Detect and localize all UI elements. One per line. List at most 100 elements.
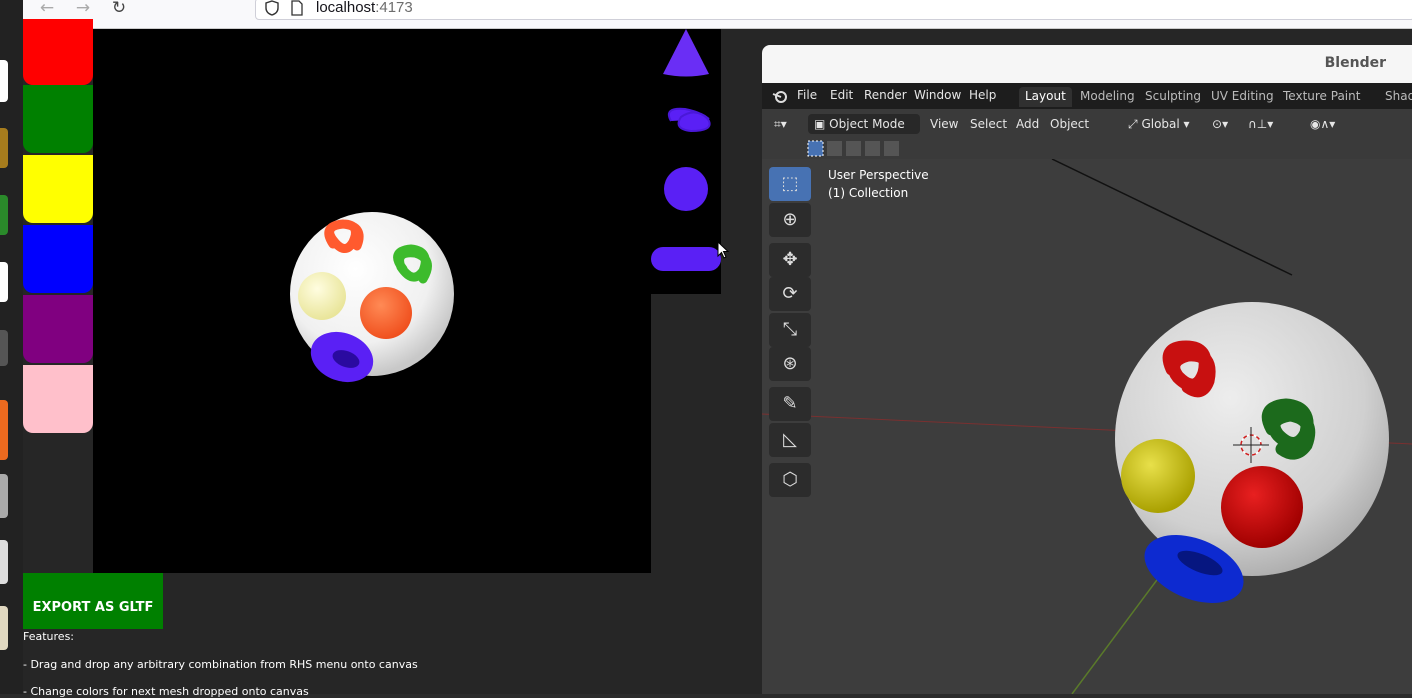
yellow-sphere-mesh [298,272,346,320]
sphere-shape-item [664,167,708,211]
color-swatch-red[interactable] [23,19,93,85]
feature-item: - Drag and drop any arbitrary combinatio… [23,658,418,671]
add-cube-tool[interactable]: ⬡ [769,463,811,497]
blender-titlebar: Blender [762,45,1412,83]
forward-button[interactable]: → [71,0,95,20]
page-icon [291,0,303,16]
rotate-icon: ⟳ [782,283,798,304]
measure-tool[interactable]: ◺ [769,423,811,457]
mode-dropdown[interactable]: ▣ Object Mode ▾ [808,114,920,151]
editor-type-dropdown[interactable]: ⌗▾ [774,114,787,134]
window-title: Blender [1324,55,1386,71]
viewport-header: ⌗▾ ▣ Object Mode ▾ View Select Add Objec… [762,109,1412,159]
blender-menubar: File Edit Render Window Help Layout Mode… [762,83,1412,109]
header-menu-view[interactable]: View [930,114,958,134]
transform-tool[interactable]: ⊛ [769,347,811,381]
proportional-edit-toggle[interactable]: ◉∧▾ [1310,114,1335,134]
ruler-icon: ◺ [783,429,797,450]
select-box-tool[interactable]: ⬚ [769,167,811,201]
snap-increment-icon: ⊥ [1256,117,1268,131]
chevron-down-icon: ▾ [1267,117,1274,131]
chevron-down-icon: ▾ [1183,117,1190,131]
viewport-perspective-label: User Perspective [828,168,929,182]
url-port: :4173 [375,0,413,16]
color-swatch-pink[interactable] [23,365,93,433]
menu-render[interactable]: Render [864,88,907,102]
reload-icon: ↻ [111,0,127,18]
menu-file[interactable]: File [797,88,817,102]
knot-shape-item [667,107,711,133]
menu-window[interactable]: Window [914,88,961,102]
dock-app-icon[interactable] [0,128,8,168]
blender-window: Blender File Edit Render Window Help Lay… [762,45,1412,694]
dock-app-icon[interactable] [0,330,8,366]
tab-shading[interactable]: Shading [1379,87,1412,107]
viewport-scene [762,159,1412,694]
crosshair-icon: ⊕ [782,209,798,230]
mouse-cursor-icon [717,241,730,259]
reload-button[interactable]: ↻ [107,0,131,20]
canvas-scene [290,212,454,383]
dock-app-icon[interactable] [0,540,8,584]
browser-toolbar: ← → ↻ localhost:4173 [23,0,1412,29]
url-bar[interactable]: localhost:4173 [255,0,1412,20]
3d-viewport[interactable]: User Perspective (1) Collection ⬚ ⊕ ✥ ⟳ … [762,159,1412,694]
export-gltf-button[interactable]: EXPORT AS GLTF [23,573,163,629]
tab-texture-paint[interactable]: Texture Paint [1277,87,1366,107]
tab-uv-editing[interactable]: UV Editing [1205,87,1280,107]
url-host: localhost [316,0,376,16]
color-swatch-yellow[interactable] [23,155,93,223]
select-cursor-icon: ⬚ [781,173,799,194]
dock-app-icon[interactable] [0,400,8,460]
cube-add-icon: ⬡ [782,469,798,490]
dock-app-icon[interactable] [0,474,8,518]
ubuntu-dock [0,0,23,694]
editor-type-icon: ⌗ [774,117,781,131]
pivot-icon: ⊙ [1212,117,1223,131]
proportional-edit-icon: ◉ [1310,117,1321,131]
annotate-tool[interactable]: ✎ [769,387,811,421]
magnet-icon: ∩ [1248,117,1257,131]
object-mode-icon: ▣ [814,117,826,131]
arrow-left-icon: ← [39,0,55,18]
orange-sphere-mesh [360,287,412,339]
selection-mode-icons[interactable] [807,140,903,157]
scale-icon: ⤡ [782,319,798,340]
shape-menu [651,29,730,294]
dock-app-icon[interactable] [0,606,8,650]
header-menu-object[interactable]: Object [1050,114,1089,134]
feature-item: - Change colors for next mesh dropped on… [23,685,309,698]
shape-menu-items [651,29,721,271]
color-swatch-green[interactable] [23,85,93,153]
mode-label: Object Mode [829,117,905,131]
back-button[interactable]: ← [35,0,59,20]
transform-orientation-icon: ⤢ [1128,117,1138,131]
color-swatch-blue[interactable] [23,225,93,293]
header-menu-select[interactable]: Select [970,114,1007,134]
chevron-down-icon: ▾ [780,117,787,131]
viewport-collection-label: (1) Collection [828,186,909,200]
scale-tool[interactable]: ⤡ [769,313,811,347]
dock-app-icon[interactable] [0,60,8,102]
dock-app-icon[interactable] [0,195,8,235]
move-tool[interactable]: ✥ [769,243,811,277]
rotate-tool[interactable]: ⟳ [769,277,811,311]
blender-logo-icon[interactable] [772,88,788,104]
cursor-tool[interactable]: ⊕ [769,203,811,237]
shield-icon [265,0,279,16]
pivot-dropdown[interactable]: ⊙▾ [1212,114,1228,134]
tab-sculpting[interactable]: Sculpting [1139,87,1207,107]
tab-layout[interactable]: Layout [1019,87,1072,107]
dock-app-icon[interactable] [0,262,8,302]
header-menu-add[interactable]: Add [1016,114,1039,134]
url-text: localhost:4173 [316,0,413,17]
color-swatch-purple[interactable] [23,295,93,363]
menu-edit[interactable]: Edit [830,88,853,102]
3d-canvas[interactable] [93,29,651,573]
tab-modeling[interactable]: Modeling [1074,87,1141,107]
arrow-right-icon: → [75,0,91,18]
menu-help[interactable]: Help [969,88,996,102]
snap-toggle[interactable]: ∩⊥▾ [1248,114,1273,134]
pencil-icon: ✎ [782,393,798,414]
orientation-dropdown[interactable]: ⤢ Global ▾ [1128,114,1190,134]
